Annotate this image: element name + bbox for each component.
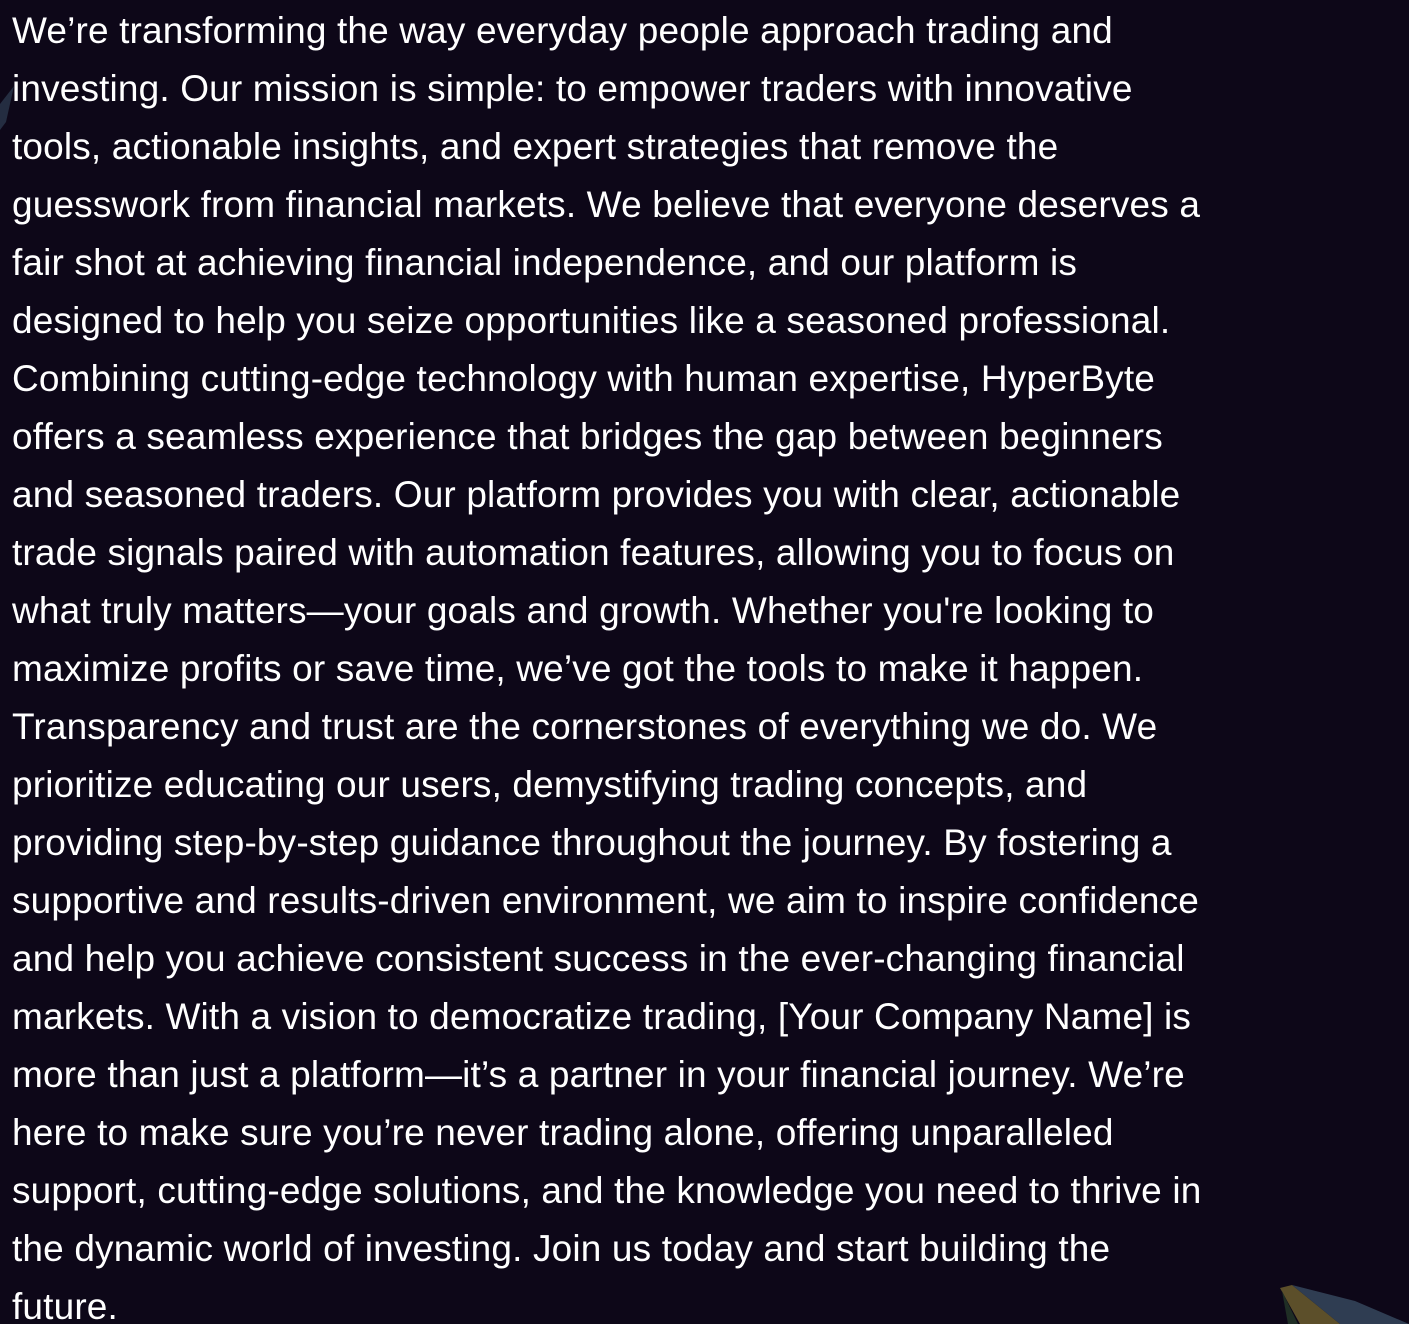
about-section: We’re transforming the way everyday peop… xyxy=(0,0,1409,1324)
about-paragraph: We’re transforming the way everyday peop… xyxy=(12,10,1202,1324)
